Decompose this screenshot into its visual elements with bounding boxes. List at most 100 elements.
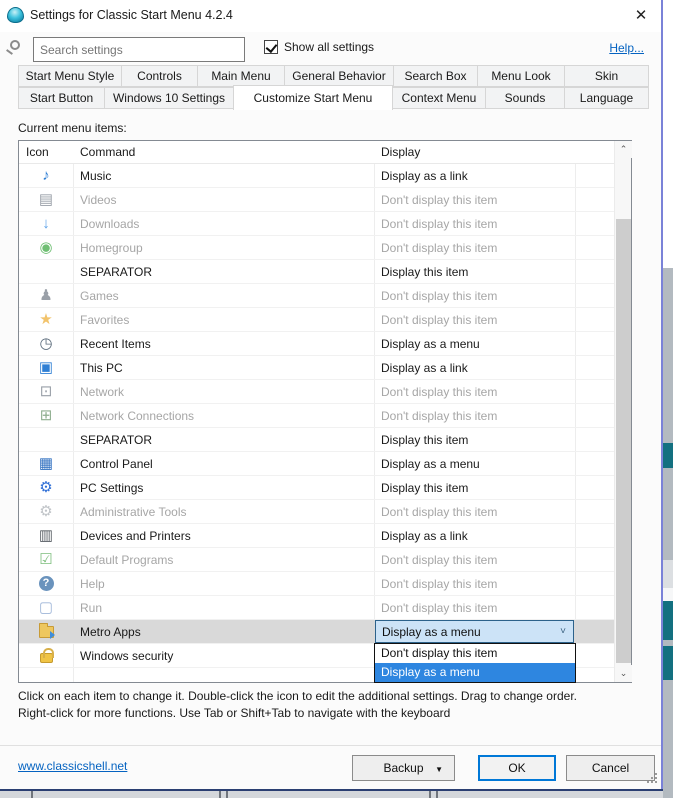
display-cell[interactable]: Display as a link (374, 361, 614, 375)
table-row-favorites[interactable]: ★ Favorites Don't display this item (19, 308, 614, 332)
table-row-default-programs[interactable]: ☑ Default Programs Don't display this item (19, 548, 614, 572)
background-window-bottom (0, 791, 663, 798)
recent-items-icon: ◷ (39, 335, 53, 352)
display-cell[interactable]: Don't display this item (374, 577, 614, 591)
icon-cell[interactable]: ▦ (19, 452, 73, 476)
icon-cell[interactable]: ▣ (19, 356, 73, 380)
tab-language[interactable]: Language (564, 87, 649, 109)
table-row-network-connections[interactable]: ⊞ Network Connections Don't display this i… (19, 404, 614, 428)
display-cell[interactable]: Don't display this item (374, 553, 614, 567)
icon-cell[interactable]: ☑ (19, 548, 73, 572)
scrollbar-thumb[interactable] (616, 219, 631, 663)
tab-windows-10-settings[interactable]: Windows 10 Settings (104, 87, 234, 109)
display-cell[interactable]: Display as a link (374, 169, 614, 183)
scroll-up-icon[interactable]: ⌃ (615, 141, 632, 158)
table-row-recent-items[interactable]: ◷ Recent Items Display as a menu (19, 332, 614, 356)
tab-customize-start-menu[interactable]: Customize Start Menu (233, 85, 393, 110)
checkbox-checked-icon[interactable] (264, 40, 278, 54)
resize-grip[interactable] (646, 773, 657, 784)
table-row-metro-apps[interactable]: Metro Apps Display as a menu ˅ (19, 620, 614, 644)
table-row-devices-and-printers[interactable]: ▥ Devices and Printers Display as a link (19, 524, 614, 548)
tab-search-box[interactable]: Search Box (393, 65, 478, 87)
icon-cell[interactable]: ⚙ (19, 476, 73, 500)
tab-controls[interactable]: Controls (121, 65, 198, 87)
icon-cell[interactable] (19, 620, 73, 644)
icon-cell[interactable]: ⊡ (19, 380, 73, 404)
icon-cell[interactable]: ? (19, 572, 73, 596)
icon-cell[interactable] (19, 428, 73, 452)
list-scrollbar[interactable]: ⌃ ⌄ (614, 141, 632, 682)
tab-general-behavior[interactable]: General Behavior (284, 65, 394, 87)
table-row-run[interactable]: ▢ Run Don't display this item (19, 596, 614, 620)
table-row-music[interactable]: ♪ Music Display as a link (19, 164, 614, 188)
icon-cell[interactable] (19, 260, 73, 284)
display-cell[interactable]: Display as a link (374, 529, 614, 543)
display-cell[interactable]: Display as a menu (374, 457, 614, 471)
icon-cell[interactable]: ▤ (19, 188, 73, 212)
table-row-administrative-tools[interactable]: ⚙ Administrative Tools Don't display this … (19, 500, 614, 524)
scroll-down-icon[interactable]: ⌄ (615, 665, 632, 682)
display-combobox[interactable]: Display as a menu ˅ (375, 620, 574, 643)
tab-start-menu-style[interactable]: Start Menu Style (18, 65, 122, 87)
display-cell[interactable]: Don't display this item (374, 505, 614, 519)
display-cell[interactable]: Don't display this item (374, 313, 614, 327)
dropdown-option-don-t-display-this-item[interactable]: Don't display this item (375, 644, 575, 663)
display-cell[interactable]: Don't display this item (374, 601, 614, 615)
icon-cell[interactable]: ⊞ (19, 404, 73, 428)
table-row-videos[interactable]: ▤ Videos Don't display this item (19, 188, 614, 212)
tab-skin[interactable]: Skin (564, 65, 649, 87)
icon-cell[interactable]: ↓ (19, 212, 73, 236)
table-row-pc-settings[interactable]: ⚙ PC Settings Display this item (19, 476, 614, 500)
icon-cell[interactable]: ▢ (19, 596, 73, 620)
display-cell[interactable]: Display this item (374, 433, 614, 447)
pc-settings-icon: ⚙ (39, 479, 53, 496)
icon-cell[interactable] (19, 644, 73, 668)
display-cell[interactable]: Don't display this item (374, 385, 614, 399)
command-cell: Recent Items (80, 336, 151, 351)
cancel-button[interactable]: Cancel (566, 755, 655, 781)
icon-cell[interactable]: ◷ (19, 332, 73, 356)
tab-sounds[interactable]: Sounds (485, 87, 565, 109)
display-cell[interactable]: Don't display this item (374, 241, 614, 255)
icon-cell[interactable]: ◉ (19, 236, 73, 260)
table-row-downloads[interactable]: ↓ Downloads Don't display this item (19, 212, 614, 236)
close-icon[interactable]: ✕ (630, 5, 652, 27)
backup-button[interactable]: Backup ▼ (352, 755, 455, 781)
command-cell: SEPARATOR (80, 432, 153, 447)
classicshell-website-link[interactable]: www.classicshell.net (18, 759, 127, 773)
icon-cell[interactable]: ♪ (19, 164, 73, 188)
display-cell[interactable]: Don't display this item (374, 409, 614, 423)
table-row-this-pc[interactable]: ▣ This PC Display as a link (19, 356, 614, 380)
display-cell[interactable]: Don't display this item (374, 217, 614, 231)
icon-cell[interactable]: ⚙ (19, 500, 73, 524)
backup-dropdown-arrow-icon[interactable]: ▼ (435, 765, 443, 774)
table-row-separator[interactable]: SEPARATOR Display this item (19, 428, 614, 452)
display-cell[interactable]: Display this item (374, 265, 614, 279)
tab-menu-look[interactable]: Menu Look (477, 65, 565, 87)
table-row-network[interactable]: ⊡ Network Don't display this item (19, 380, 614, 404)
ok-button[interactable]: OK (478, 755, 556, 781)
table-row-help[interactable]: ? Help Don't display this item (19, 572, 614, 596)
display-cell[interactable]: Display this item (374, 481, 614, 495)
tab-start-button[interactable]: Start Button (18, 87, 105, 109)
icon-cell[interactable]: ♟ (19, 284, 73, 308)
icon-cell[interactable]: ★ (19, 308, 73, 332)
tab-context-menu[interactable]: Context Menu (392, 87, 486, 109)
display-cell[interactable]: Display as a menu (374, 337, 614, 351)
tab-row-1: Start Menu Style Controls Main Menu General… (18, 65, 655, 87)
chevron-down-icon[interactable]: ˅ (560, 626, 573, 637)
table-row-control-panel[interactable]: ▦ Control Panel Display as a menu (19, 452, 614, 476)
display-cell[interactable]: Don't display this item (374, 193, 614, 207)
devices-printers-icon: ▥ (38, 527, 54, 544)
table-row-separator[interactable]: SEPARATOR Display this item (19, 260, 614, 284)
backup-button-label: Backup (383, 761, 424, 775)
dropdown-option-display-as-a-menu[interactable]: Display as a menu (375, 663, 575, 682)
display-cell[interactable]: Don't display this item (374, 289, 614, 303)
help-link[interactable]: Help... (609, 41, 644, 55)
table-row-games[interactable]: ♟ Games Don't display this item (19, 284, 614, 308)
table-row-homegroup[interactable]: ◉ Homegroup Don't display this item (19, 236, 614, 260)
icon-cell[interactable]: ▥ (19, 524, 73, 548)
show-all-settings-checkbox[interactable]: Show all settings (264, 40, 374, 54)
tab-main-menu[interactable]: Main Menu (197, 65, 285, 87)
search-input[interactable] (33, 37, 245, 62)
